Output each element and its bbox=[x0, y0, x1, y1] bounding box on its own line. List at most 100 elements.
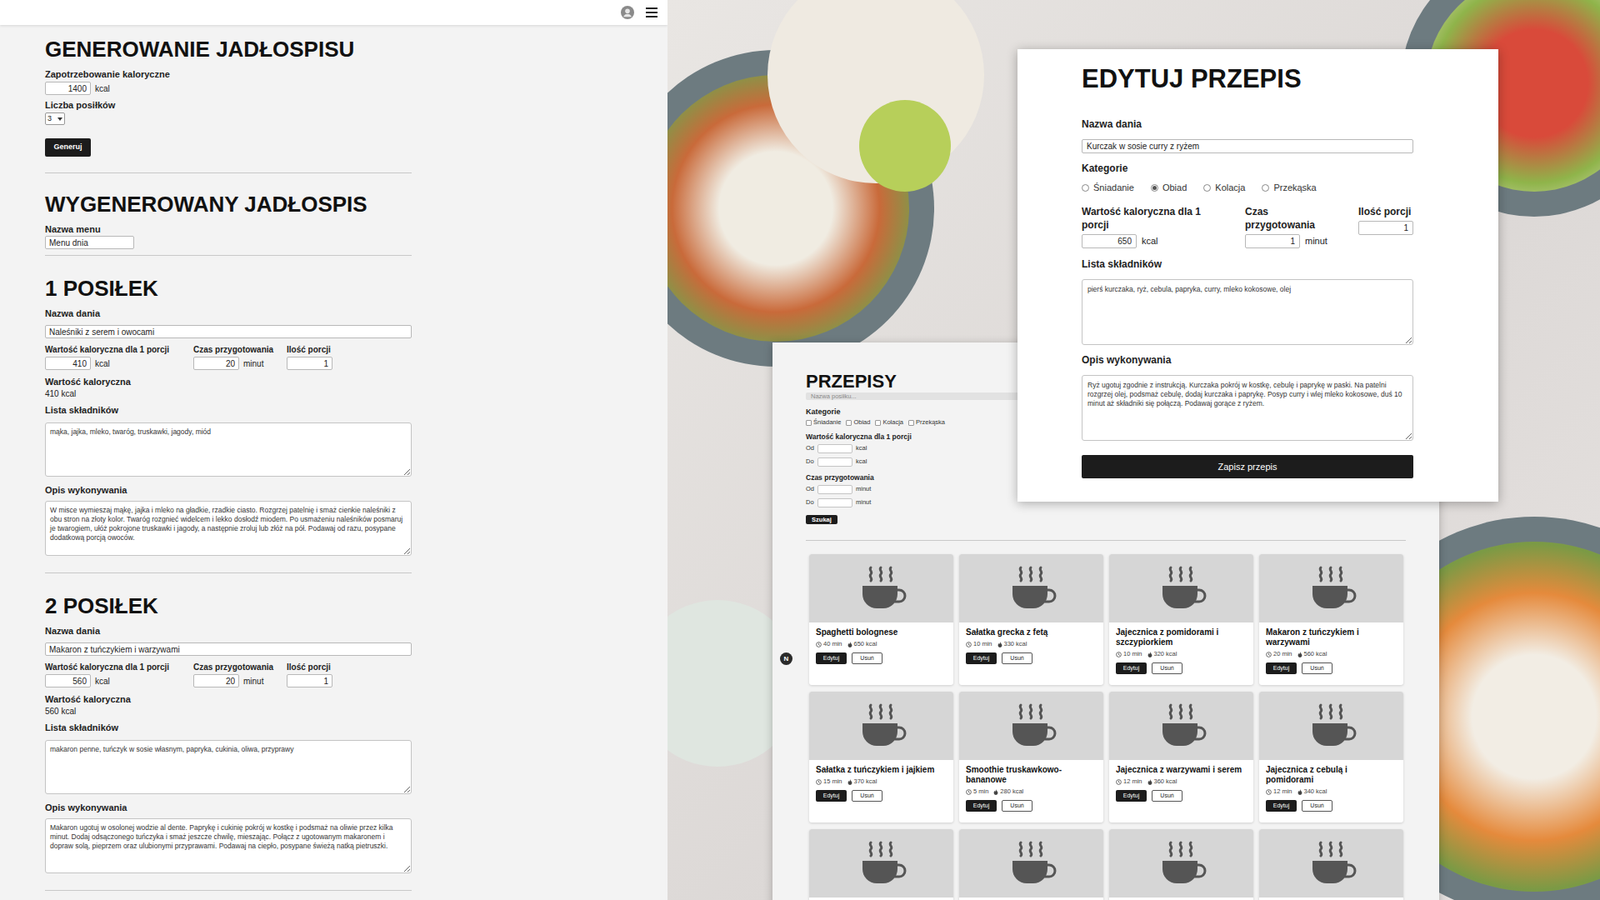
dish-name-input[interactable] bbox=[45, 642, 412, 656]
category-radio[interactable] bbox=[1203, 184, 1211, 192]
category-radio[interactable] bbox=[1150, 184, 1159, 192]
portions-input[interactable] bbox=[286, 356, 333, 370]
prep-time-input[interactable] bbox=[193, 674, 240, 688]
prep-time-unit: minut bbox=[243, 675, 264, 688]
dish-name-input[interactable] bbox=[45, 325, 412, 339]
flame-icon bbox=[997, 641, 1003, 648]
category-checkbox-item[interactable]: Przekąska bbox=[908, 417, 945, 428]
edit-button[interactable]: Edytuj bbox=[1265, 662, 1297, 675]
edit-button[interactable]: Edytuj bbox=[1115, 662, 1147, 675]
edit-button[interactable]: Edytuj bbox=[1265, 800, 1297, 812]
prep-time-unit: minut bbox=[243, 357, 264, 370]
recipe-calories-value: 360 kcal bbox=[1154, 777, 1178, 786]
category-checkbox-item[interactable]: Obiad bbox=[845, 417, 870, 428]
recipe-meta: 40 min650 kcal bbox=[815, 640, 947, 649]
save-button[interactable]: Zapisz przepis bbox=[1081, 455, 1414, 479]
edit-button[interactable]: Edytuj bbox=[1115, 790, 1147, 802]
prep-time-input[interactable] bbox=[193, 356, 240, 370]
recipe-calories: 330 kcal bbox=[997, 640, 1028, 649]
category-radios: Śniadanie Obiad Kolacja Przekąska bbox=[1081, 181, 1414, 194]
portions-input[interactable] bbox=[286, 674, 333, 688]
total-calories-value: 410 kcal bbox=[45, 388, 412, 400]
meals-count-select[interactable]: 3 bbox=[45, 112, 65, 125]
total-calories-label: Wartość kaloryczna bbox=[45, 693, 412, 705]
recipe-time-value: 40 min bbox=[823, 640, 843, 649]
range-input[interactable] bbox=[817, 485, 853, 495]
category-radio-item[interactable]: Śniadanie bbox=[1081, 181, 1135, 194]
portions-field: Ilość porcji bbox=[1358, 205, 1414, 235]
description-textarea[interactable]: W misce wymieszaj mąkę, jajka i mleko na… bbox=[45, 500, 412, 556]
recipe-time: 40 min bbox=[815, 640, 843, 649]
prep-time-input[interactable] bbox=[1245, 234, 1300, 249]
dish-name-input[interactable] bbox=[1081, 139, 1414, 154]
recipe-title: Makaron z tuńczykiem i warzywami bbox=[1265, 627, 1397, 648]
category-checkbox-item[interactable]: Śniadanie bbox=[805, 417, 841, 428]
recipe-card: Sałatka grecka z fetą10 min330 kcalEdytu… bbox=[959, 554, 1104, 685]
total-calories-label: Wartość kaloryczna bbox=[45, 375, 412, 388]
recipe-actions: Edytuj Usuń bbox=[815, 790, 947, 802]
lime-photo-part bbox=[859, 100, 951, 192]
category-label: Śniadanie bbox=[1093, 181, 1135, 194]
recipe-time-value: 12 min bbox=[1123, 777, 1143, 786]
menu-name-input[interactable] bbox=[45, 235, 135, 250]
generate-button[interactable]: Generuj bbox=[45, 138, 91, 157]
delete-button[interactable]: Usuń bbox=[1001, 652, 1033, 665]
delete-button[interactable]: Usuń bbox=[851, 790, 883, 802]
dev-badge[interactable]: N bbox=[780, 652, 793, 665]
description-textarea[interactable]: Ryż ugotuj zgodnie z instrukcją. Kurczak… bbox=[1081, 375, 1414, 441]
user-icon bbox=[620, 5, 635, 20]
range-input[interactable] bbox=[817, 498, 853, 508]
recipe-image bbox=[959, 691, 1104, 760]
ingredients-textarea[interactable]: makaron penne, tuńczyk w sosie własnym, … bbox=[45, 740, 412, 795]
ingredients-textarea[interactable]: pierś kurczaka, ryż, cebula, papryka, cu… bbox=[1081, 279, 1414, 345]
category-radio-item[interactable]: Kolacja bbox=[1203, 181, 1245, 194]
calories-input[interactable] bbox=[45, 356, 91, 370]
recipe-time-value: 15 min bbox=[823, 777, 843, 786]
calories-input[interactable] bbox=[45, 674, 91, 688]
category-checkbox[interactable] bbox=[908, 420, 915, 426]
delete-button[interactable]: Usuń bbox=[1001, 800, 1033, 812]
recipe-card: Makaron z tuńczykiem i warzywami20 min56… bbox=[1259, 554, 1404, 685]
recipe-card-body: Jajecznica z pomidorami i szczypiorkiem1… bbox=[1109, 622, 1254, 675]
category-checkbox-item[interactable]: Kolacja bbox=[875, 417, 904, 428]
recipe-actions: Edytuj Usuń bbox=[1115, 662, 1247, 675]
divider bbox=[45, 890, 412, 891]
edit-button[interactable]: Edytuj bbox=[815, 790, 847, 802]
edit-button[interactable]: Edytuj bbox=[965, 652, 997, 665]
prep-time-label: Czas przygotowania bbox=[193, 344, 287, 356]
portions-label: Ilość porcji bbox=[286, 344, 354, 356]
category-label: Przekąska bbox=[1273, 181, 1316, 194]
calories-input[interactable] bbox=[45, 81, 91, 95]
recipe-time-value: 10 min bbox=[1123, 650, 1143, 659]
range-input[interactable] bbox=[817, 457, 853, 467]
category-checkbox[interactable] bbox=[805, 420, 812, 426]
calories-unit: kcal bbox=[1141, 234, 1159, 249]
portions-input[interactable] bbox=[1358, 220, 1414, 235]
edit-button[interactable]: Edytuj bbox=[965, 800, 997, 812]
meals-count-label: Liczba posiłków bbox=[45, 99, 412, 111]
description-textarea[interactable]: Makaron ugotuj w osolonej wodzie al dent… bbox=[45, 818, 412, 874]
delete-button[interactable]: Usuń bbox=[1151, 790, 1183, 802]
delete-button[interactable]: Usuń bbox=[1301, 662, 1333, 675]
category-radio[interactable] bbox=[1261, 184, 1270, 192]
delete-button[interactable]: Usuń bbox=[1301, 800, 1333, 812]
delete-button[interactable]: Usuń bbox=[1151, 662, 1183, 675]
category-checkbox[interactable] bbox=[875, 420, 881, 426]
ingredients-textarea[interactable]: mąka, jajka, mleko, twaróg, truskawki, j… bbox=[45, 422, 412, 477]
calories-input[interactable] bbox=[1081, 234, 1137, 249]
recipe-card-body: Makaron z tuńczykiem i warzywami20 min56… bbox=[1259, 622, 1404, 675]
ingredients-label: Lista składników bbox=[1081, 257, 1414, 271]
delete-button[interactable]: Usuń bbox=[851, 652, 883, 665]
recipe-card-body: Jajecznica z cebulą i pomidorami12 min34… bbox=[1259, 760, 1404, 812]
category-radio[interactable] bbox=[1081, 184, 1090, 192]
recipe-time: 5 min bbox=[965, 787, 989, 796]
search-button[interactable]: Szukaj bbox=[805, 515, 838, 525]
edit-button[interactable]: Edytuj bbox=[815, 652, 847, 665]
recipe-calories-value: 560 kcal bbox=[1304, 650, 1328, 659]
category-radio-item[interactable]: Przekąska bbox=[1261, 181, 1316, 194]
recipe-grid: Spaghetti bolognese40 min650 kcalEdytujU… bbox=[809, 554, 1440, 900]
category-checkbox[interactable] bbox=[845, 420, 852, 426]
range-input[interactable] bbox=[817, 444, 853, 454]
category-radio-item[interactable]: Obiad bbox=[1150, 181, 1187, 194]
ingredients-label: Lista składników bbox=[45, 404, 412, 416]
